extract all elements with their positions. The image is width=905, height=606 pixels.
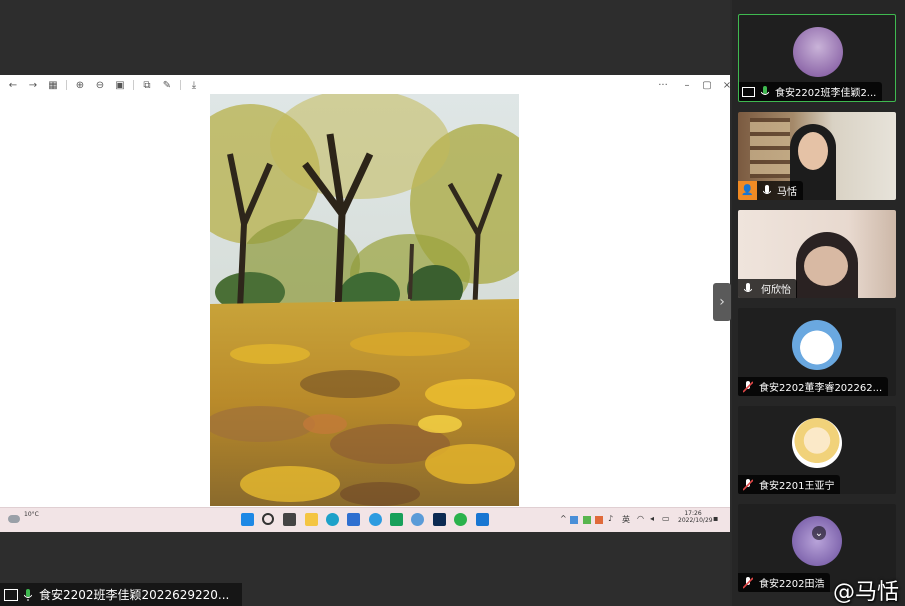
participant-tile[interactable]: 食安2202班李佳颖2... [738, 14, 896, 102]
host-icon: 👤 [738, 181, 757, 200]
notification-icon[interactable]: ▪ [713, 514, 718, 523]
restore-icon[interactable]: ▢ [700, 78, 714, 92]
task-view-icon[interactable] [283, 513, 296, 526]
avatar [793, 27, 843, 77]
qq-icon[interactable] [411, 513, 424, 526]
chevron-right-icon: › [719, 294, 725, 310]
participant-tile[interactable]: 食安2202董李睿202262... [738, 308, 896, 396]
mic-muted-icon [741, 379, 755, 395]
tray-chevron-icon[interactable]: ^ [560, 514, 567, 523]
minimize-icon[interactable]: – [680, 78, 694, 92]
photoshop-icon[interactable] [433, 513, 446, 526]
watermark: @马恬 [832, 580, 899, 605]
mic-muted-icon [741, 477, 755, 493]
participant-name: 食安2202董李睿202262... [759, 383, 883, 394]
sharer-name-bar: 食安2202班李佳颖2022629220... [0, 583, 242, 606]
forward-arrow-icon[interactable]: → [26, 78, 40, 92]
wifi-icon[interactable]: ◠ [637, 514, 644, 523]
input-language[interactable]: 英 [622, 514, 630, 525]
person-face [798, 132, 828, 170]
back-arrow-icon[interactable]: ← [6, 78, 20, 92]
bookshelf [750, 118, 790, 178]
participant-tile[interactable]: 何欣怡 [738, 210, 896, 298]
tray-app-icon[interactable] [583, 516, 591, 524]
collapse-panel-button[interactable]: › [713, 283, 731, 321]
clock-time: 17:26 [684, 510, 702, 517]
fit-icon[interactable]: ▣ [113, 78, 127, 92]
battery-icon[interactable]: ▭ [662, 514, 670, 523]
avatar [792, 418, 842, 468]
participant-label: 食安2202班李佳颖2... [739, 82, 883, 101]
mic-on-icon [741, 281, 755, 297]
mic-muted-icon [741, 575, 755, 591]
person-face [804, 246, 848, 286]
participant-label: 👤 马恬 [738, 181, 803, 200]
avatar [792, 516, 842, 566]
screen-share-icon [742, 86, 755, 97]
file-explorer-icon[interactable] [305, 513, 318, 526]
participant-name: 食安2202田浩 [759, 579, 825, 590]
participant-tile[interactable]: 👤 马恬 [738, 112, 896, 200]
toolbar-divider [66, 80, 67, 90]
tray-app-icon[interactable] [595, 516, 603, 524]
toolbar-divider [133, 80, 134, 90]
photo-viewer-window: ← → ▦ ⊕ ⊖ ▣ ⧉ ✎ ⤓ ··· – ▢ × 10°C ^ ♪ 英 ◠… [0, 75, 731, 532]
participant-label: 食安2201王亚宁 [738, 475, 841, 494]
more-icon[interactable]: ··· [656, 78, 670, 92]
avatar [792, 320, 842, 370]
shared-screen: ← → ▦ ⊕ ⊖ ▣ ⧉ ✎ ⤓ ··· – ▢ × 10°C ^ ♪ 英 ◠… [0, 0, 731, 606]
participant-label: 食安2202董李睿202262... [738, 377, 889, 396]
mic-on-icon [758, 84, 772, 100]
clock[interactable]: 17:26 2022/10/29 [678, 510, 713, 524]
store-icon[interactable] [347, 513, 360, 526]
windows-start-icon[interactable] [241, 513, 254, 526]
zoom-in-icon[interactable]: ⊕ [73, 78, 87, 92]
tray-app-icon[interactable] [570, 516, 578, 524]
crop-icon[interactable]: ⧉ [140, 78, 154, 92]
viewer-toolbar: ← → ▦ ⊕ ⊖ ▣ ⧉ ✎ ⤓ ··· – ▢ × [0, 75, 731, 95]
gallery-icon[interactable]: ▦ [46, 78, 60, 92]
speaker-icon[interactable]: ◂ [650, 514, 654, 523]
participant-name: 食安2201王亚宁 [759, 481, 835, 492]
app-icon[interactable] [476, 513, 489, 526]
zoom-out-icon[interactable]: ⊖ [93, 78, 107, 92]
sharer-name: 食安2202班李佳颖2022629220... [39, 588, 230, 602]
browser-icon[interactable] [369, 513, 382, 526]
participant-name: 马恬 [777, 187, 797, 198]
clock-date: 2022/10/29 [678, 517, 713, 524]
search-icon[interactable] [262, 513, 274, 525]
autumn-photo [210, 94, 519, 506]
screen-share-icon [4, 588, 18, 601]
participant-name: 何欣怡 [761, 285, 791, 296]
mic-on-icon [760, 183, 774, 199]
edge-icon[interactable] [326, 513, 339, 526]
save-icon[interactable]: ⤓ [187, 78, 201, 92]
participant-name: 食安2202班李佳颖2... [775, 88, 877, 99]
mail-icon[interactable] [390, 513, 403, 526]
mic-tray-icon[interactable]: ♪ [608, 514, 613, 523]
wechat-icon[interactable] [454, 513, 467, 526]
participant-label: 何欣怡 [738, 279, 797, 298]
toolbar-divider [180, 80, 181, 90]
cloud-weather-icon[interactable] [8, 515, 20, 523]
chevron-down-icon[interactable]: ⌄ [812, 526, 826, 540]
mic-on-icon [21, 587, 35, 603]
weather-temp[interactable]: 10°C [24, 511, 39, 518]
edit-icon[interactable]: ✎ [160, 78, 174, 92]
participant-tile[interactable]: 食安2201王亚宁 [738, 406, 896, 494]
participant-label: 食安2202田浩 [738, 573, 831, 592]
windows-taskbar: 10°C ^ ♪ 英 ◠ ◂ ▭ 17:26 2022/10/29 ▪ [0, 507, 730, 532]
